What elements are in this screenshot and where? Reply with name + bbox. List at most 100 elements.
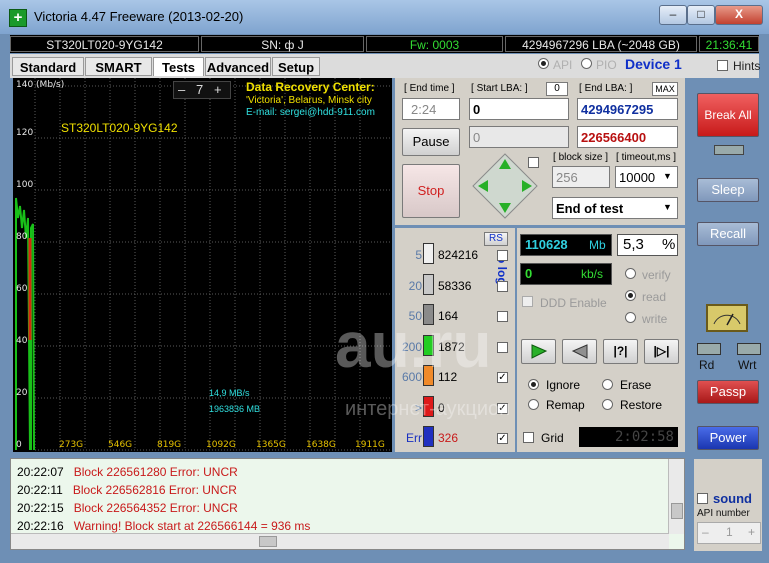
power-button[interactable]: Power bbox=[697, 426, 759, 450]
up-arrow-icon[interactable] bbox=[497, 156, 513, 172]
verify-radio[interactable] bbox=[625, 268, 636, 279]
start-lba-small-field[interactable]: 0 bbox=[546, 82, 568, 96]
stepper-minus-icon[interactable]: – bbox=[702, 525, 709, 539]
sleep-button[interactable]: Sleep bbox=[697, 178, 759, 202]
ddd-enable-checkbox[interactable] bbox=[522, 296, 533, 307]
log-line: 20:22:07 Block 226561280 Error: UNCR bbox=[17, 465, 238, 479]
end-action-select[interactable]: End of test bbox=[552, 197, 678, 219]
pad-checkbox[interactable] bbox=[528, 157, 539, 168]
log-line: 20:22:15 Block 226564352 Error: UNCR bbox=[17, 501, 238, 515]
stop-button[interactable]: Stop bbox=[402, 164, 460, 218]
y-tick-label: 120 bbox=[16, 128, 34, 138]
restore-radio[interactable] bbox=[602, 399, 613, 410]
recovery-center-title: Data Recovery Center: bbox=[246, 80, 375, 94]
legend-log-checkbox[interactable] bbox=[497, 311, 508, 322]
tab-advanced[interactable]: Advanced bbox=[205, 57, 271, 76]
legend-log-checkbox[interactable]: ✓ bbox=[497, 372, 508, 383]
start-lba-field[interactable]: 0 bbox=[469, 98, 569, 120]
end-lba-label: [ End LBA: ] bbox=[579, 83, 633, 94]
sound-checkbox[interactable] bbox=[697, 493, 708, 504]
legend-row: Err 326 ✓ bbox=[398, 426, 510, 448]
pio-label: PIO bbox=[596, 58, 617, 72]
play-button[interactable] bbox=[521, 339, 556, 364]
clock: 21:36:41 bbox=[699, 36, 759, 52]
write-radio[interactable] bbox=[625, 312, 636, 323]
recovery-center-email: E-mail: sergei@hdd-911.com bbox=[246, 107, 375, 118]
recall-button[interactable]: Recall bbox=[697, 222, 759, 246]
tab-standard[interactable]: Standard bbox=[12, 57, 84, 76]
x-tick-label: 1092G bbox=[206, 440, 236, 450]
speed-graph: 140 (Mb/s) 120 100 80 60 40 20 0 273G 54… bbox=[13, 78, 392, 452]
down-arrow-icon[interactable] bbox=[497, 200, 513, 216]
break-all-button[interactable]: Break All bbox=[697, 93, 759, 137]
position-display: 110628 Mb bbox=[520, 234, 612, 256]
hints-checkbox[interactable] bbox=[717, 60, 728, 71]
block-size-label: [ block size ] bbox=[553, 152, 609, 163]
read-label: read bbox=[642, 290, 667, 304]
rd-indicator bbox=[697, 343, 721, 355]
position-value: 110628 bbox=[525, 237, 568, 252]
event-log[interactable]: 20:22:07 Block 226561280 Error: UNCR 20:… bbox=[10, 458, 685, 550]
api-label: API bbox=[553, 58, 573, 72]
start-lba-current: 0 bbox=[469, 126, 569, 148]
verify-label: verify bbox=[642, 268, 671, 282]
log-horizontal-scrollbar[interactable] bbox=[11, 533, 669, 549]
drive-info-bar: ST320LT020-9YG142 SN: ф J Fw: 0003 42949… bbox=[10, 35, 759, 53]
meter-icon bbox=[706, 304, 748, 332]
skip-back-button[interactable]: |?| bbox=[603, 339, 638, 364]
chevron-down-icon[interactable]: ▼ bbox=[663, 171, 672, 181]
minimize-button[interactable]: – bbox=[659, 5, 687, 25]
y-tick-label: 40 bbox=[16, 336, 28, 346]
legend-log-checkbox[interactable] bbox=[497, 341, 508, 353]
device-label: Device 1 bbox=[625, 56, 682, 72]
speed-display: 0 kb/s bbox=[520, 263, 612, 285]
skip-forward-button[interactable]: |▷| bbox=[644, 339, 679, 364]
grid-checkbox[interactable] bbox=[523, 432, 534, 443]
x-tick-label: 1911G bbox=[355, 440, 385, 450]
passp-button[interactable]: Passp bbox=[697, 380, 759, 404]
remap-radio[interactable] bbox=[528, 399, 539, 410]
right-arrow-icon[interactable] bbox=[519, 178, 535, 194]
log-scroll-thumb[interactable] bbox=[671, 503, 683, 519]
chevron-down-icon[interactable]: ▼ bbox=[663, 202, 672, 212]
end-lba-field[interactable]: 4294967295 bbox=[577, 98, 678, 120]
tab-smart[interactable]: SMART bbox=[85, 57, 152, 76]
ignore-radio[interactable] bbox=[528, 379, 539, 390]
read-radio[interactable] bbox=[625, 290, 636, 301]
log-hscroll-thumb[interactable] bbox=[259, 536, 277, 547]
drive-firmware: Fw: 0003 bbox=[366, 36, 503, 52]
left-arrow-icon[interactable] bbox=[475, 178, 491, 194]
rd-label: Rd bbox=[699, 358, 715, 372]
end-time-field[interactable]: 2:24 bbox=[402, 98, 460, 120]
block-size-select[interactable]: 256 bbox=[552, 166, 610, 188]
legend-log-checkbox[interactable] bbox=[497, 250, 508, 261]
pause-button[interactable]: Pause bbox=[402, 128, 460, 156]
zoom-plus-button[interactable]: + bbox=[214, 82, 222, 97]
zoom-minus-button[interactable]: – bbox=[178, 82, 185, 97]
title-bar[interactable]: + Victoria 4.47 Freeware (2013-02-20) – … bbox=[0, 0, 769, 34]
log-line: 20:22:11 Block 226562816 Error: UNCR bbox=[17, 483, 237, 497]
end-lba-max-button[interactable]: MAX bbox=[652, 82, 678, 96]
y-tick-label: 100 bbox=[16, 180, 34, 190]
legend-log-checkbox[interactable] bbox=[497, 280, 508, 292]
log-vertical-scrollbar[interactable] bbox=[668, 459, 684, 534]
legend-swatch bbox=[423, 273, 434, 295]
tab-tests[interactable]: Tests bbox=[153, 57, 204, 76]
legend-count: 824216 bbox=[438, 248, 479, 262]
zoom-control: – 7 + bbox=[173, 81, 231, 99]
pio-radio[interactable] bbox=[581, 58, 592, 69]
api-number-value: 1 bbox=[726, 525, 733, 539]
close-button[interactable]: X bbox=[715, 5, 763, 25]
y-tick-label: 60 bbox=[16, 284, 28, 294]
maximize-button[interactable]: □ bbox=[687, 5, 715, 25]
x-tick-label: 273G bbox=[59, 440, 84, 450]
api-radio[interactable] bbox=[538, 58, 549, 69]
tab-setup[interactable]: Setup bbox=[272, 57, 320, 76]
rewind-button[interactable] bbox=[562, 339, 597, 364]
legend-log-checkbox[interactable]: ✓ bbox=[497, 433, 508, 444]
erase-radio[interactable] bbox=[602, 379, 613, 390]
api-number-stepper[interactable]: – 1 + bbox=[697, 522, 761, 544]
legend-threshold: 5 bbox=[415, 248, 422, 262]
stepper-plus-icon[interactable]: + bbox=[748, 525, 755, 539]
legend-count: 58336 bbox=[438, 278, 472, 293]
